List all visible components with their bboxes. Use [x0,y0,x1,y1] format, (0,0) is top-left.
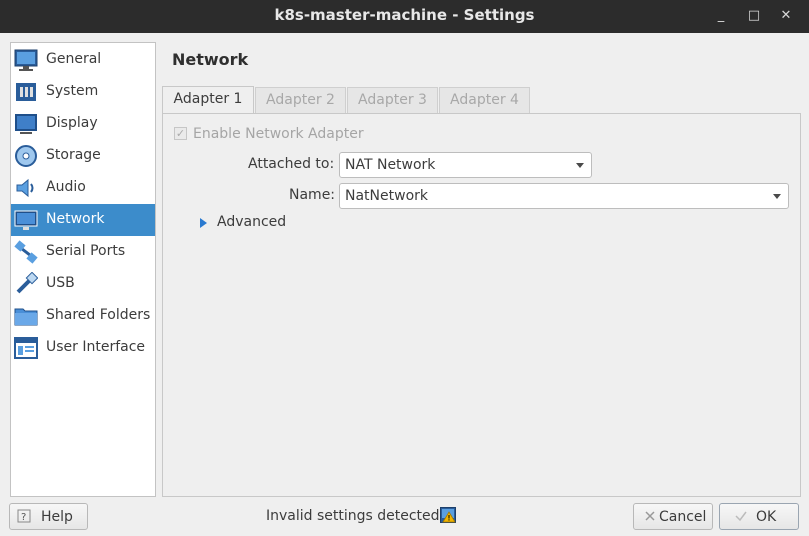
disc-icon [15,145,37,167]
sidebar-item-label: Serial Ports [46,243,126,259]
usb-icon [16,272,38,294]
sidebar-item-storage[interactable]: Storage [11,140,155,172]
sidebar-item-shared-folders[interactable]: Shared Folders [11,300,155,332]
sidebar-item-serial-ports[interactable]: Serial Ports [11,236,155,268]
display-icon [15,114,37,134]
serial-port-icon [14,240,38,264]
tab-adapter-1[interactable]: Adapter 1 [162,86,254,114]
window-title: k8s-master-machine - Settings [274,6,535,24]
help-label: Help [41,509,73,525]
sidebar-item-label: System [46,83,99,99]
sidebar-item-label: User Interface [46,339,146,355]
ok-label: OK [756,509,777,525]
svg-text:?: ? [21,512,26,523]
status-message: Invalid settings detected [266,508,440,524]
name-select[interactable]: NatNetwork [339,183,789,209]
monitor-icon [14,49,38,71]
title-bar: k8s-master-machine - Settings _ □ ✕ [0,0,809,33]
sidebar-item-label: Network [46,211,105,227]
window-icon [14,337,38,359]
tab-adapter-4[interactable]: Adapter 4 [439,87,530,113]
enable-adapter-label: Enable Network Adapter [193,126,364,142]
sidebar-item-user-interface[interactable]: User Interface [11,332,155,364]
cancel-icon [645,511,655,521]
sidebar-item-label: Audio [46,179,86,195]
help-icon: ? [17,509,31,523]
adapter-panel: ✓ Enable Network Adapter Attached to: NA… [162,113,801,497]
sidebar-item-usb[interactable]: USB [11,268,155,300]
sidebar-item-label: General [46,51,102,67]
sidebar-item-label: Shared Folders [46,307,151,323]
attached-to-label: Attached to: [248,156,335,172]
chevron-down-icon [773,194,781,199]
sidebar-item-audio[interactable]: Audio [11,172,155,204]
name-label: Name: [289,187,336,203]
sidebar-item-system[interactable]: System [11,76,155,108]
chevron-down-icon [576,163,584,168]
sidebar-item-label: Display [46,115,98,131]
sidebar-item-display[interactable]: Display [11,108,155,140]
expand-arrow-icon [200,218,207,228]
speaker-icon [16,178,34,198]
minimize-button[interactable]: _ [710,6,732,26]
sidebar-item-label: Storage [46,147,101,163]
sidebar-item-network[interactable]: Network [11,204,155,236]
sidebar-item-general[interactable]: General [11,44,155,76]
name-value: NatNetwork [345,188,428,204]
cancel-label: Cancel [659,509,707,525]
attached-to-select[interactable]: NAT Network [339,152,592,178]
page-title: Network [172,50,249,69]
attached-to-value: NAT Network [345,157,436,173]
close-button[interactable]: ✕ [775,6,797,26]
enable-adapter-checkbox[interactable]: ✓ [174,127,187,140]
tab-adapter-2[interactable]: Adapter 2 [255,87,346,113]
network-icon [14,210,38,230]
help-button[interactable]: ? Help [9,503,88,530]
folder-icon [14,308,38,326]
sidebar-item-label: USB [46,275,75,291]
checkmark-icon [735,511,747,522]
ok-button[interactable]: OK [719,503,799,530]
settings-sidebar: General System Display Storage Audio Net… [10,42,156,497]
advanced-label: Advanced [217,214,287,230]
network-page: Network Adapter 1 Adapter 2 Adapter 3 Ad… [162,42,801,497]
chip-icon [16,83,36,101]
cancel-button[interactable]: Cancel [633,503,713,530]
warning-icon[interactable] [440,507,456,523]
tab-adapter-3[interactable]: Adapter 3 [347,87,438,113]
maximize-button[interactable]: □ [743,6,765,26]
